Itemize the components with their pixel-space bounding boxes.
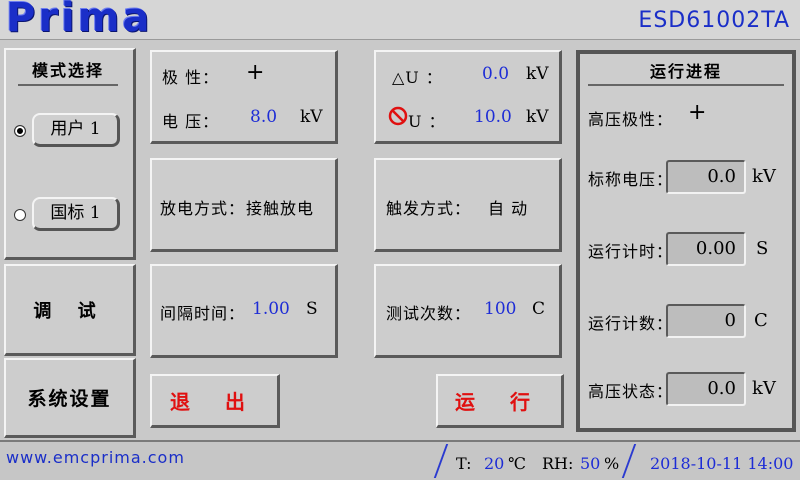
- run-counter-unit: C: [754, 310, 768, 331]
- nominal-voltage-label: 标称电压：: [588, 170, 674, 189]
- no-u-label: U ：: [408, 112, 446, 131]
- date-time: 2018-10-11 14:00: [650, 454, 794, 473]
- system-settings-button[interactable]: 系统设置: [4, 358, 136, 438]
- hv-state-label: 高压状态：: [588, 382, 674, 401]
- temperature-label: T:: [456, 454, 472, 473]
- brand-logo: Prima: [6, 0, 153, 41]
- mode-user-1-button[interactable]: 用户 1: [32, 113, 120, 147]
- prohibited-icon: [388, 106, 408, 126]
- mode-gb-1-button[interactable]: 国标 1: [32, 197, 120, 231]
- temperature-value: 20: [484, 454, 505, 473]
- no-u-unit: kV: [526, 107, 549, 127]
- nominal-voltage-display: 0.0: [666, 160, 746, 194]
- interval-label: 间隔时间：: [160, 304, 246, 323]
- interval-value[interactable]: 1.00: [252, 299, 290, 319]
- run-counter-label: 运行计数：: [588, 314, 674, 333]
- run-timer-label: 运行计时：: [588, 242, 674, 261]
- radio-user-1[interactable]: [14, 125, 26, 137]
- no-u-value[interactable]: 10.0: [474, 107, 512, 127]
- polarity-label: 极 性：: [162, 68, 220, 87]
- humidity-label: RH:: [542, 454, 574, 473]
- nominal-voltage-unit: kV: [752, 166, 776, 187]
- trigger-mode-label: 触发方式：: [386, 199, 472, 218]
- test-count-unit: C: [532, 299, 546, 319]
- exit-button[interactable]: 退 出: [150, 374, 280, 428]
- voltage-label: 电 压：: [162, 112, 220, 131]
- model-name: ESD61002TA: [638, 8, 790, 33]
- run-counter-display: 0: [666, 304, 746, 338]
- test-count-value[interactable]: 100: [484, 299, 516, 319]
- radio-gb-1[interactable]: [14, 209, 26, 221]
- run-timer-display: 0.00: [666, 232, 746, 266]
- run-button[interactable]: 运 行: [436, 374, 564, 428]
- polarity-value[interactable]: +: [246, 60, 264, 85]
- interval-unit: S: [306, 299, 318, 319]
- mode-select-title: 模式选择: [31, 61, 104, 80]
- humidity-unit: %: [604, 454, 620, 473]
- voltage-value[interactable]: 8.0: [250, 107, 277, 127]
- progress-title-divider: [588, 84, 784, 86]
- delta-u-label: △U ：: [392, 68, 443, 87]
- delta-u-unit: kV: [526, 64, 549, 84]
- run-timer-unit: S: [756, 238, 769, 259]
- hv-state-unit: kV: [752, 378, 776, 399]
- humidity-value: 50: [580, 454, 601, 473]
- run-progress-title: 运行进程: [649, 62, 722, 81]
- website-url: www.emcprima.com: [6, 448, 185, 467]
- voltage-unit: kV: [300, 107, 323, 127]
- delta-u-value[interactable]: 0.0: [482, 64, 509, 84]
- test-count-label: 测试次数：: [386, 304, 472, 323]
- debug-button[interactable]: 调 试: [4, 264, 136, 356]
- hv-polarity-value: +: [688, 100, 707, 125]
- hv-polarity-label: 高压极性：: [588, 110, 674, 129]
- temperature-unit: ℃: [508, 454, 526, 473]
- trigger-mode-value[interactable]: 自 动: [488, 195, 528, 219]
- discharge-mode-label: 放电方式：: [160, 199, 246, 218]
- hv-state-display: 0.0: [666, 372, 746, 406]
- mode-title-divider: [18, 84, 118, 86]
- discharge-mode-value[interactable]: 接触放电: [246, 195, 314, 219]
